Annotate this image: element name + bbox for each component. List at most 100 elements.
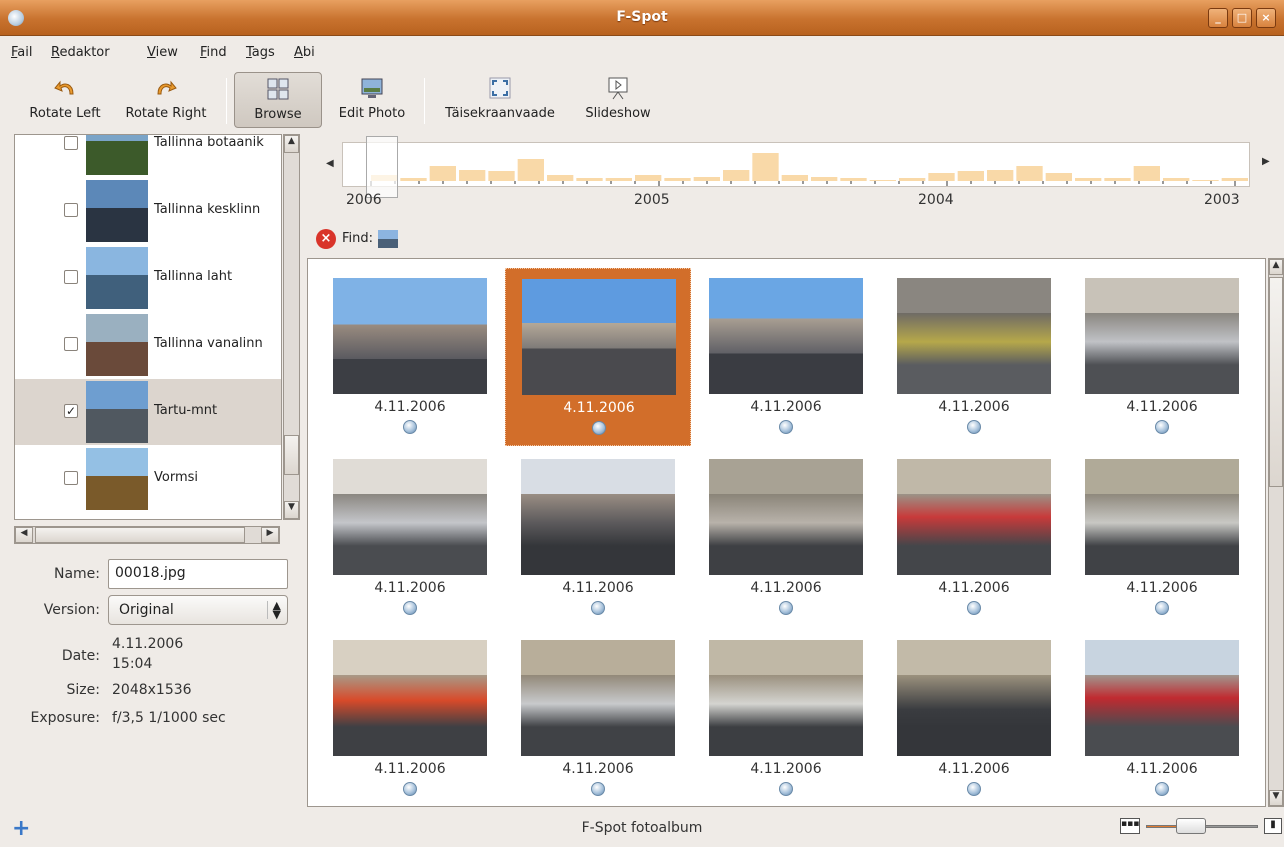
tag-checkbox[interactable]	[64, 471, 78, 485]
photo-date: 4.11.2006	[1126, 399, 1198, 415]
timeline[interactable]	[342, 142, 1250, 187]
timeline-slider[interactable]	[366, 136, 398, 198]
photo-thumbnail[interactable]	[1085, 459, 1239, 575]
timeline-bar	[576, 178, 603, 181]
scroll-thumb[interactable]	[284, 435, 299, 475]
photo-cell[interactable]: 4.11.2006	[881, 449, 1067, 627]
timeline-bar	[400, 178, 427, 181]
tag-checkbox[interactable]	[64, 270, 78, 284]
menu-file[interactable]: Fail	[11, 45, 33, 60]
clear-find-icon[interactable]: ×	[316, 229, 336, 249]
photo-cell[interactable]: 4.11.2006	[317, 449, 503, 627]
photo-cell[interactable]: 4.11.2006	[505, 449, 691, 627]
photo-date: 4.11.2006	[938, 580, 1010, 596]
grid-scrollbar[interactable]: ▲ ▼	[1268, 258, 1284, 807]
tag-checkbox[interactable]: ✓	[64, 404, 78, 418]
tag-thumbnail	[86, 135, 148, 175]
photo-thumbnail[interactable]	[522, 279, 676, 395]
hscroll-thumb[interactable]	[35, 527, 245, 543]
photo-thumbnail[interactable]	[1085, 278, 1239, 394]
photo-thumbnail[interactable]	[521, 459, 675, 575]
scroll-down-button[interactable]: ▼	[284, 501, 299, 519]
photo-thumbnail[interactable]	[709, 459, 863, 575]
photo-date: 4.11.2006	[750, 761, 822, 777]
scroll-left-button[interactable]: ◀	[15, 527, 33, 543]
menu-help[interactable]: Abi	[294, 45, 315, 60]
photo-cell[interactable]: 4.11.2006	[693, 630, 879, 806]
browse-button[interactable]: Browse	[234, 72, 322, 128]
minimize-button[interactable]: _	[1208, 8, 1228, 28]
photo-thumbnail[interactable]	[1085, 640, 1239, 756]
timeline-left-arrow-icon[interactable]: ◀	[326, 158, 334, 169]
name-field[interactable]: 00018.jpg	[108, 559, 288, 589]
timeline-right-arrow-icon[interactable]: ▶	[1262, 156, 1270, 167]
tag-thumbnail	[86, 247, 148, 309]
photo-thumbnail[interactable]	[521, 640, 675, 756]
photo-cell[interactable]: 4.11.2006	[693, 449, 879, 627]
photo-thumbnail[interactable]	[897, 640, 1051, 756]
photo-thumbnail[interactable]	[709, 278, 863, 394]
tag-checkbox[interactable]	[64, 203, 78, 217]
photo-thumbnail[interactable]	[333, 278, 487, 394]
close-button[interactable]: ×	[1256, 8, 1276, 28]
find-tag-thumbnail[interactable]	[378, 230, 398, 248]
tag-row[interactable]: ✓ Tartu-mnt	[15, 379, 281, 445]
tag-label: Tallinna vanalinn	[154, 336, 263, 351]
photo-cell[interactable]: 4.11.2006	[317, 630, 503, 806]
tag-list-hscrollbar[interactable]: ◀ ▶	[14, 526, 280, 544]
photo-cell[interactable]: 4.11.2006	[1069, 630, 1255, 806]
photo-cell[interactable]: 4.11.2006	[881, 268, 1067, 446]
tag-row[interactable]: Tallinna kesklinn	[15, 178, 281, 244]
scroll-up-button[interactable]: ▲	[284, 135, 299, 153]
scroll-thumb[interactable]	[1269, 277, 1283, 487]
zoom-slider-thumb[interactable]	[1176, 818, 1206, 834]
photo-cell[interactable]: 4.11.2006	[1069, 268, 1255, 446]
menu-find[interactable]: Find	[200, 45, 227, 60]
timeline-bar	[899, 178, 926, 181]
menu-view[interactable]: View	[147, 45, 178, 60]
photo-thumbnail[interactable]	[897, 459, 1051, 575]
tag-row[interactable]: Tallinna vanalinn	[15, 312, 281, 378]
rotate-right-button[interactable]: Rotate Right	[116, 72, 216, 128]
zoom-out-icon[interactable]: ▪▪▪	[1120, 818, 1140, 834]
photo-thumbnail[interactable]	[709, 640, 863, 756]
fullscreen-button[interactable]: Täisekraanvaade	[434, 72, 566, 128]
photo-cell[interactable]: 4.11.2006	[317, 268, 503, 446]
version-label: Version:	[43, 602, 100, 618]
globe-icon	[779, 782, 793, 796]
photo-thumbnail[interactable]	[333, 640, 487, 756]
photo-thumbnail[interactable]	[897, 278, 1051, 394]
timeline-bar	[1163, 178, 1190, 181]
scroll-down-button[interactable]: ▼	[1269, 790, 1283, 806]
photo-cell[interactable]: 4.11.2006	[693, 268, 879, 446]
tag-thumbnail	[86, 381, 148, 443]
rotate-left-button[interactable]: Rotate Left	[20, 72, 110, 128]
timeline-year: 2003	[1204, 192, 1240, 208]
photo-cell[interactable]: 4.11.2006	[505, 630, 691, 806]
tag-row[interactable]: Tallinna laht	[15, 245, 281, 311]
photo-thumbnail[interactable]	[333, 459, 487, 575]
timeline-year: 2006	[346, 192, 382, 208]
tag-checkbox[interactable]	[64, 337, 78, 351]
find-label: Find:	[342, 231, 374, 246]
tag-list-scrollbar[interactable]: ▲ ▼	[283, 134, 300, 520]
date-value: 4.11.2006	[112, 636, 184, 652]
menu-edit[interactable]: Redaktor	[51, 45, 110, 60]
tag-row[interactable]: Tallinna botaanik	[15, 135, 281, 177]
menu-tags[interactable]: Tags	[246, 45, 275, 60]
exposure-label: Exposure:	[30, 710, 100, 726]
maximize-button[interactable]: □	[1232, 8, 1252, 28]
globe-icon	[591, 782, 605, 796]
slideshow-button[interactable]: Slideshow	[574, 72, 662, 128]
zoom-in-icon[interactable]: ▮	[1264, 818, 1282, 834]
version-select[interactable]: Original ▲ ▼	[108, 595, 288, 625]
photo-cell[interactable]: 4.11.2006	[505, 268, 691, 446]
photo-cell[interactable]: 4.11.2006	[1069, 449, 1255, 627]
tag-row[interactable]: Vormsi	[15, 446, 281, 512]
tag-checkbox[interactable]	[64, 136, 78, 150]
photo-cell[interactable]: 4.11.2006	[881, 630, 1067, 806]
name-label: Name:	[53, 566, 100, 582]
scroll-up-button[interactable]: ▲	[1269, 259, 1283, 275]
scroll-right-button[interactable]: ▶	[261, 527, 279, 543]
edit-photo-button[interactable]: Edit Photo	[328, 72, 416, 128]
